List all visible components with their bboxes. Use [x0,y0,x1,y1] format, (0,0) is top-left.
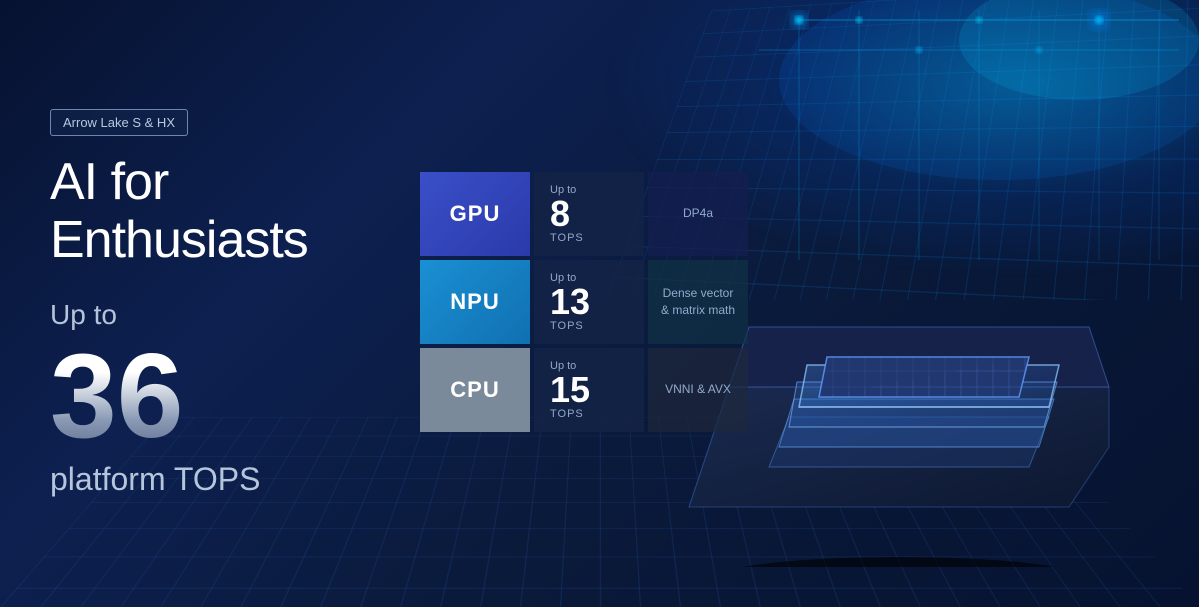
npu-tops: TOPS [550,320,584,332]
gpu-tops: TOPS [550,232,584,244]
gpu-value-cell: Up to 8 TOPS [534,172,644,256]
npu-row: NPU Up to 13 TOPS Dense vector & matrix … [420,260,740,344]
cpu-description: VNNI & AVX [648,348,748,432]
npu-number: 13 [550,284,590,320]
big-number: 36 [50,336,430,456]
cpu-tops: TOPS [550,408,584,420]
npu-label: NPU [420,260,530,344]
left-content-area: Arrow Lake S & HX AI for Enthusiasts Up … [50,0,430,607]
up-to-label: Up to [50,299,430,331]
product-badge: Arrow Lake S & HX [50,109,188,136]
main-title: AI for Enthusiasts [50,154,430,268]
npu-value-cell: Up to 13 TOPS [534,260,644,344]
platform-tops-label: platform TOPS [50,461,430,498]
cpu-number: 15 [550,372,590,408]
gpu-number: 8 [550,196,570,232]
cpu-label: CPU [420,348,530,432]
cpu-value-cell: Up to 15 TOPS [534,348,644,432]
stats-grid: GPU Up to 8 TOPS DP4a NPU Up to 13 TOPS … [420,172,740,436]
gpu-description: DP4a [648,172,748,256]
gpu-row: GPU Up to 8 TOPS DP4a [420,172,740,256]
cpu-row: CPU Up to 15 TOPS VNNI & AVX [420,348,740,432]
gpu-label: GPU [420,172,530,256]
npu-description: Dense vector & matrix math [648,260,748,344]
